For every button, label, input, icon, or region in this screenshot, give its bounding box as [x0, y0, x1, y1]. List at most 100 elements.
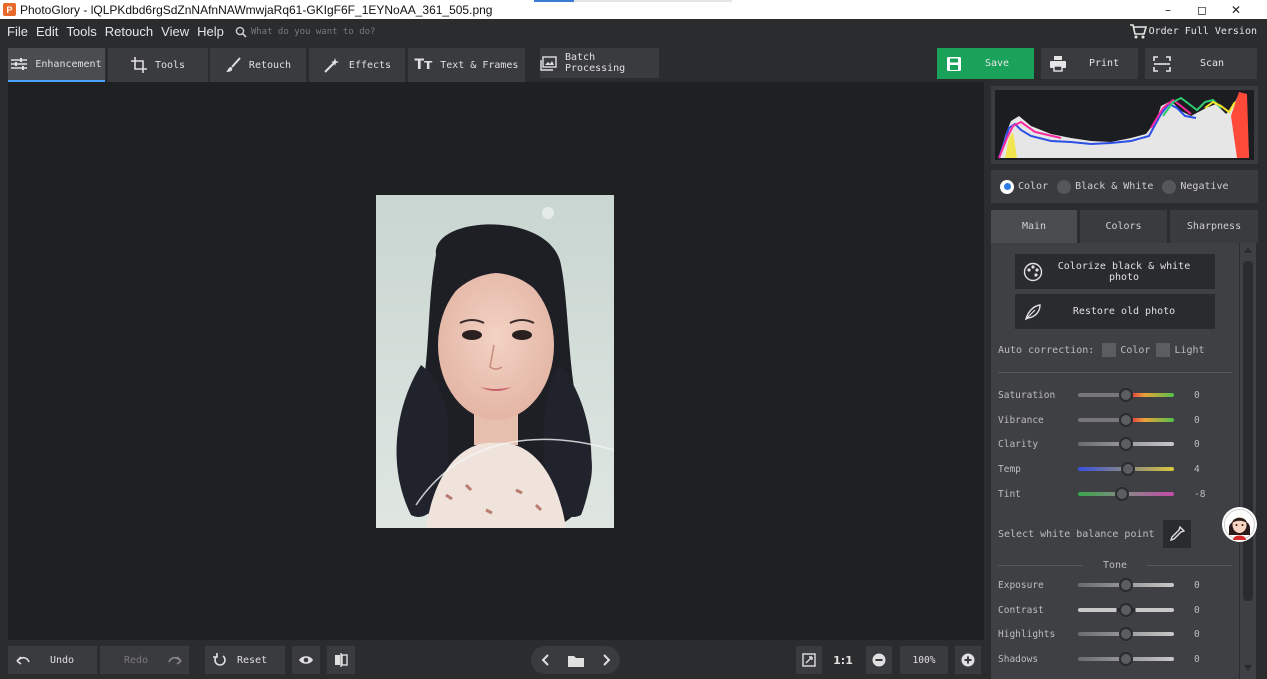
fit-to-screen-button[interactable] [796, 646, 822, 674]
title-progress-track [574, 0, 732, 2]
menu-file[interactable]: File [7, 24, 28, 39]
contrast-slider-row: Contrast 0 [998, 603, 1238, 617]
slider-label: Highlights [998, 628, 1056, 640]
maximize-button[interactable]: ◻ [1185, 0, 1219, 19]
slider-label: Contrast [998, 604, 1044, 616]
scan-button[interactable]: Scan [1145, 48, 1257, 79]
radio-black-white[interactable] [1057, 179, 1072, 194]
eyedropper-button[interactable] [1162, 520, 1191, 548]
shadows-slider[interactable] [1078, 652, 1174, 666]
tint-slider[interactable] [1078, 487, 1174, 501]
slider-label: Exposure [998, 579, 1044, 591]
restore-old-photo-button[interactable]: Restore old photo [1015, 294, 1215, 329]
save-button[interactable]: Save [937, 48, 1034, 79]
slider-label: Shadows [998, 653, 1039, 665]
menu-help[interactable]: Help [197, 24, 224, 39]
sliders-icon [11, 57, 28, 71]
clarity-slider[interactable] [1078, 437, 1174, 451]
tab-label: Batch Processing [565, 52, 626, 74]
tab-main[interactable]: Main [991, 210, 1077, 243]
slider-handle[interactable] [1119, 627, 1133, 641]
radio-negative[interactable] [1162, 179, 1177, 194]
tab-enhancement[interactable]: Enhancement [8, 48, 105, 82]
text-icon: Tт [414, 57, 433, 73]
scrollbar-thumb[interactable] [1243, 261, 1253, 601]
tab-colors[interactable]: Colors [1080, 210, 1167, 243]
slider-handle[interactable] [1119, 437, 1133, 451]
zoom-level-field[interactable]: 100% [900, 646, 948, 674]
auto-light-checkbox[interactable] [1156, 343, 1171, 357]
menu-view[interactable]: View [161, 24, 189, 39]
panel-scrollbar[interactable] [1240, 243, 1256, 679]
search-icon [235, 26, 247, 38]
folder-icon[interactable] [567, 654, 584, 667]
scroll-up-arrow-icon[interactable] [1244, 247, 1252, 253]
order-full-version-link[interactable]: Order Full Version [1129, 23, 1257, 39]
slider-handle[interactable] [1119, 413, 1133, 427]
tone-section-header: Tone [991, 560, 1239, 571]
menu-bar: File Edit Tools Retouch View Help What d… [0, 19, 1267, 44]
highlights-slider[interactable] [1078, 627, 1174, 641]
preview-toggle-button[interactable] [292, 646, 320, 674]
app-logo-icon: P [3, 3, 16, 16]
zoom-out-icon [872, 653, 886, 667]
slider-value: 0 [1194, 579, 1200, 591]
tone-label: Tone [1102, 560, 1128, 571]
menu-tools[interactable]: Tools [66, 24, 96, 39]
panel-tabs: Main Colors Sharpness [991, 210, 1258, 243]
radio-color[interactable] [1000, 179, 1014, 194]
redo-button[interactable]: Redo [100, 646, 189, 674]
reset-button[interactable]: Reset [205, 646, 285, 674]
previous-arrow-icon[interactable] [541, 654, 549, 666]
saturation-slider[interactable] [1078, 388, 1174, 402]
scroll-down-arrow-icon[interactable] [1244, 665, 1252, 671]
menu-edit[interactable]: Edit [36, 24, 58, 39]
undo-icon [16, 655, 30, 665]
minimize-button[interactable]: – [1151, 0, 1185, 19]
slider-handle[interactable] [1120, 462, 1135, 476]
zoom-in-icon [961, 653, 975, 667]
slider-handle[interactable] [1115, 487, 1130, 501]
contrast-slider[interactable] [1078, 603, 1174, 617]
colorize-button[interactable]: Colorize black & white photo [1015, 254, 1215, 289]
close-button[interactable]: ✕ [1219, 0, 1253, 19]
print-label: Print [1089, 58, 1120, 69]
assistant-avatar[interactable] [1222, 507, 1257, 542]
tab-sharpness[interactable]: Sharpness [1170, 210, 1258, 243]
actual-size-button[interactable]: 1:1 [829, 646, 857, 674]
slider-handle[interactable] [1119, 578, 1133, 592]
title-progress-fill [534, 0, 574, 2]
menu-retouch[interactable]: Retouch [105, 24, 153, 39]
tab-text-frames[interactable]: Tт Text & Frames [408, 48, 525, 82]
slider-handle[interactable] [1119, 652, 1133, 666]
tab-tools[interactable]: Tools [108, 48, 208, 82]
vibrance-slider[interactable] [1078, 413, 1174, 427]
print-button[interactable]: Print [1041, 48, 1138, 79]
auto-color-checkbox[interactable] [1102, 343, 1117, 357]
next-arrow-icon[interactable] [602, 654, 611, 666]
zoom-out-button[interactable] [866, 646, 892, 674]
tab-retouch[interactable]: Retouch [210, 48, 306, 82]
slider-handle[interactable] [1119, 388, 1133, 402]
tab-effects[interactable]: Effects [309, 48, 405, 82]
image-canvas[interactable] [8, 82, 984, 640]
photo-preview[interactable] [376, 195, 614, 528]
temp-slider-row: Temp 4 [998, 462, 1238, 476]
exposure-slider[interactable] [1078, 578, 1174, 592]
tab-batch-processing[interactable]: Batch Processing [540, 48, 659, 78]
restore-label: Restore old photo [1072, 306, 1176, 317]
compare-button[interactable] [327, 646, 355, 674]
slider-value: 0 [1194, 653, 1200, 665]
slider-handle[interactable] [1119, 603, 1133, 617]
eyedropper-icon [1169, 526, 1185, 542]
search-input[interactable]: What do you want to do? [251, 27, 376, 37]
auto-light-label: Light [1174, 344, 1205, 356]
order-label: Order Full Version [1148, 25, 1257, 37]
undo-button[interactable]: Undo [8, 646, 97, 674]
search-box[interactable]: What do you want to do? [235, 26, 376, 38]
slider-value: 0 [1194, 628, 1200, 640]
white-balance-label: Select white balance point [998, 528, 1155, 540]
temp-slider[interactable] [1078, 462, 1174, 476]
divider [998, 372, 1232, 373]
zoom-in-button[interactable] [955, 646, 981, 674]
